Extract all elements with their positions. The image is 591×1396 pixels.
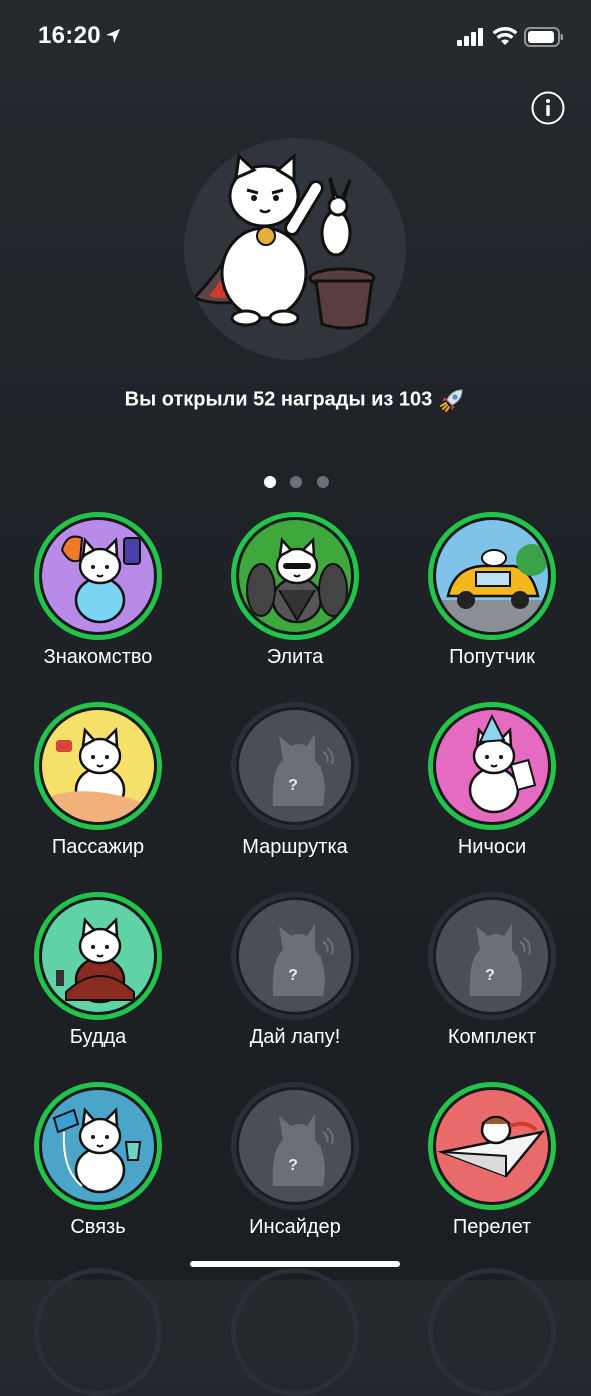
badge-illustration [436,710,548,822]
svg-text:?: ? [485,967,495,984]
badge-illustration [436,520,548,632]
locked-badge-icon: ? [272,734,334,806]
badge-label: Перелет [452,1216,532,1238]
location-arrow-icon [106,29,120,43]
badge-image [436,1090,548,1202]
badge-label: Инсайдер [249,1216,341,1238]
badge-image [436,520,548,632]
badge-illustration [42,1090,154,1202]
badge-ring: ? [231,1082,359,1210]
status-bar: 16:20 [0,0,591,76]
badge-image [436,710,548,822]
badge-ring [34,892,162,1020]
page-dot-3[interactable] [317,476,329,488]
badge-label: Комплект [447,1026,537,1048]
badge-illustration [42,710,154,822]
summary-text: Вы открыли 52 награды из 103 [124,388,433,411]
info-button[interactable] [531,91,565,125]
rocket-icon [440,389,463,412]
badge-ring [428,512,556,640]
badge-image: ? [239,1090,351,1202]
badge-label: Ничоси [457,836,527,858]
badge-illustration [436,1090,548,1202]
badge-item[interactable]: Попутчик [394,512,590,692]
badge-item[interactable]: Элита [197,512,393,692]
battery-icon [524,27,563,47]
wifi-icon [492,26,518,45]
badge-ring: ? [428,892,556,1020]
badge-item-partial[interactable] [34,1268,162,1396]
badge-ring [34,1082,162,1210]
badge-image: ? [239,710,351,822]
svg-text:?: ? [288,1157,298,1174]
page-dot-2[interactable] [290,476,302,488]
locked-badge-icon: ? [272,1114,334,1186]
badge-item-partial[interactable] [428,1268,556,1396]
badge-label: Попутчик [449,646,535,668]
badge-illustration [42,520,154,632]
badge-label: Знакомство [43,646,153,668]
badge-ring: ? [231,892,359,1020]
badge-ring [34,512,162,640]
badge-ring [428,1082,556,1210]
badge-image [42,1090,154,1202]
badge-item[interactable]: Знакомство [0,512,196,692]
badge-image: ? [436,900,548,1012]
badge-image [239,520,351,632]
progress-summary: Вы открыли 52 награды из 103 [0,386,591,414]
badge-item[interactable]: ? Маршрутка [197,702,393,882]
badge-image [42,710,154,822]
badge-item[interactable]: ? Дай лапу! [197,892,393,1072]
badge-item[interactable]: Ничоси [394,702,590,882]
badge-item[interactable]: Перелет [394,1082,590,1262]
badge-ring [34,702,162,830]
svg-text:?: ? [288,967,298,984]
home-indicator[interactable] [190,1261,400,1267]
badge-label: Маршрутка [242,836,348,858]
badge-item[interactable]: ? Комплект [394,892,590,1072]
locked-badge-icon: ? [469,924,531,996]
badge-ring [428,702,556,830]
svg-text:?: ? [288,777,298,794]
badge-ring [231,512,359,640]
badge-label: Пассажир [51,836,145,858]
badge-image [42,900,154,1012]
badge-item[interactable]: ? Инсайдер [197,1082,393,1262]
badge-item-partial[interactable] [231,1268,359,1396]
badge-label: Будда [69,1026,127,1048]
badge-item[interactable]: Связь [0,1082,196,1262]
badge-item[interactable]: Будда [0,892,196,1072]
badge-ring: ? [231,702,359,830]
page-indicator[interactable] [262,476,332,488]
hero-badge-image [184,138,406,360]
badge-label: Элита [266,646,324,668]
magician-cat-illustration [191,152,376,330]
badge-item[interactable]: Пассажир [0,702,196,882]
badge-image [42,520,154,632]
locked-badge-icon: ? [272,924,334,996]
badge-label: Дай лапу! [249,1026,341,1048]
badge-illustration [42,900,154,1012]
badge-label: Связь [70,1216,126,1238]
cellular-signal-icon [457,28,483,46]
status-time: 16:20 [38,22,101,49]
page-dot-1[interactable] [264,476,276,488]
badge-illustration [239,520,351,632]
badge-image: ? [239,900,351,1012]
